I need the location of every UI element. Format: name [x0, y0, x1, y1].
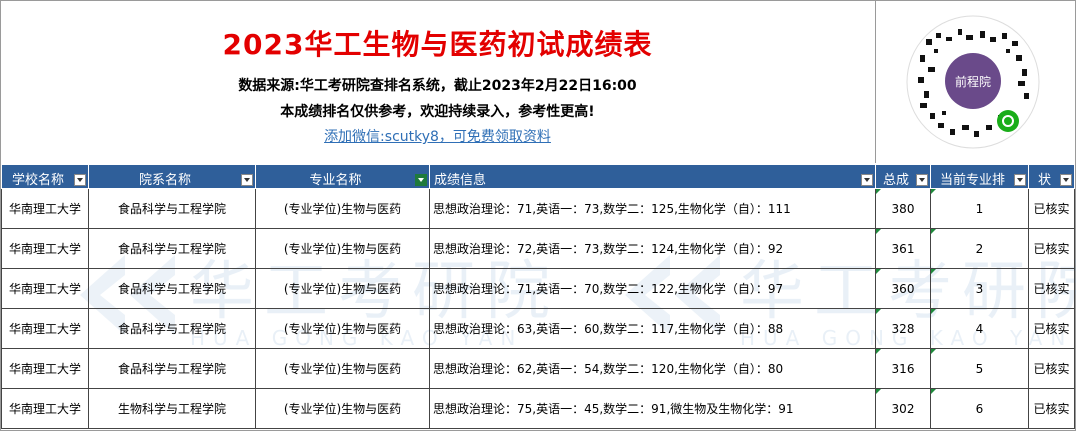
column-header-major[interactable]: 专业名称 [255, 164, 430, 189]
cell-total[interactable]: 302 [875, 388, 931, 429]
report-title: 2023华工生物与医药初试成绩表 [222, 28, 653, 61]
qr-center-label: 前程院 [955, 74, 991, 89]
cell-dept[interactable]: 生物科学与工程学院 [88, 388, 256, 429]
cell-dept[interactable]: 食品科学与工程学院 [88, 228, 256, 269]
cell-major[interactable]: (专业学位)生物与医药 [255, 308, 430, 349]
cell-rank[interactable]: 2 [930, 228, 1029, 269]
table-row[interactable]: 华南理工大学 食品科学与工程学院 (专业学位)生物与医药 思想政治理论：62,英… [1, 348, 1075, 389]
filter-dropdown-icon[interactable] [1060, 174, 1072, 186]
cell-info[interactable]: 思想政治理论：71,英语一：73,数学二：125,生物化学（自）：111 [429, 188, 876, 229]
cell-dept[interactable]: 食品科学与工程学院 [88, 348, 256, 389]
report-header: 2023华工生物与医药初试成绩表 数据来源:华工考研院查排名系统，截止2023年… [1, 1, 874, 163]
table-row[interactable]: 华南理工大学 食品科学与工程学院 (专业学位)生物与医药 思想政治理论：63,英… [1, 308, 1075, 349]
cell-rank[interactable]: 5 [930, 348, 1029, 389]
filter-active-icon[interactable] [415, 174, 427, 186]
cell-major[interactable]: (专业学位)生物与医药 [255, 228, 430, 269]
cell-major[interactable]: (专业学位)生物与医药 [255, 268, 430, 309]
filter-dropdown-icon[interactable] [241, 174, 253, 186]
notice-line: 本成绩排名仅供参考，欢迎持续录入，参考性更高! [280, 104, 595, 120]
cell-major[interactable]: (专业学位)生物与医药 [255, 348, 430, 389]
filter-dropdown-icon[interactable] [916, 174, 928, 186]
cell-total[interactable]: 360 [875, 268, 931, 309]
cell-status[interactable]: 已核实 [1028, 388, 1075, 429]
qr-code-icon: 前程院 [906, 15, 1040, 149]
filter-dropdown-icon[interactable] [1014, 174, 1026, 186]
cell-info[interactable]: 思想政治理论：75,英语一：45,数学二：91,微生物及生物化学：91 [429, 388, 876, 429]
cell-rank[interactable]: 6 [930, 388, 1029, 429]
cell-school[interactable]: 华南理工大学 [1, 308, 89, 349]
qr-code-panel: 前程院 [875, 1, 1075, 163]
data-source-line: 数据来源:华工考研院查排名系统，截止2023年2月22日16:00 [238, 78, 637, 94]
cell-major[interactable]: (专业学位)生物与医药 [255, 188, 430, 229]
cell-info[interactable]: 思想政治理论：71,英语一：70,数学二：122,生物化学（自）：97 [429, 268, 876, 309]
cell-total[interactable]: 328 [875, 308, 931, 349]
table-row[interactable]: 华南理工大学 食品科学与工程学院 (专业学位)生物与医药 思想政治理论：72,英… [1, 228, 1075, 269]
cell-dept[interactable]: 食品科学与工程学院 [88, 268, 256, 309]
column-header-status[interactable]: 状态 [1028, 164, 1075, 207]
cell-info[interactable]: 思想政治理论：62,英语一：54,数学二：120,生物化学（自）：80 [429, 348, 876, 389]
cell-school[interactable]: 华南理工大学 [1, 188, 89, 229]
cell-rank[interactable]: 3 [930, 268, 1029, 309]
column-header-info[interactable]: 成绩信息 [429, 164, 876, 189]
cell-status[interactable]: 已核实 [1028, 228, 1075, 269]
cell-status[interactable]: 已核实 [1028, 348, 1075, 389]
column-header-total[interactable]: 总成绩 [875, 164, 931, 207]
cell-school[interactable]: 华南理工大学 [1, 268, 89, 309]
cell-rank[interactable]: 1 [930, 188, 1029, 229]
cell-status[interactable]: 已核实 [1028, 268, 1075, 309]
cell-info[interactable]: 思想政治理论：72,英语一：73,数学二：124,生物化学（自）：92 [429, 228, 876, 269]
cell-dept[interactable]: 食品科学与工程学院 [88, 188, 256, 229]
column-header-dept[interactable]: 院系名称 [88, 164, 256, 189]
table-row[interactable]: 华南理工大学 生物科学与工程学院 (专业学位)生物与医药 思想政治理论：75,英… [1, 388, 1075, 429]
score-table: 学校名称 院系名称 专业名称 成绩信息 总成绩 当前专业排名 状态 华南理工大学… [1, 164, 1075, 429]
column-header-school[interactable]: 学校名称 [1, 164, 89, 189]
table-row[interactable]: 华南理工大学 食品科学与工程学院 (专业学位)生物与医药 思想政治理论：71,英… [1, 268, 1075, 309]
cell-school[interactable]: 华南理工大学 [1, 388, 89, 429]
cell-info[interactable]: 思想政治理论：63,英语一：60,数学二：117,生物化学（自）：88 [429, 308, 876, 349]
cell-total[interactable]: 380 [875, 188, 931, 229]
cell-total[interactable]: 316 [875, 348, 931, 389]
column-header-rank[interactable]: 当前专业排名 [930, 164, 1029, 207]
cell-school[interactable]: 华南理工大学 [1, 348, 89, 389]
table-row[interactable]: 华南理工大学 食品科学与工程学院 (专业学位)生物与医药 思想政治理论：71,英… [1, 188, 1075, 229]
cell-dept[interactable]: 食品科学与工程学院 [88, 308, 256, 349]
cell-status[interactable]: 已核实 [1028, 188, 1075, 229]
cell-rank[interactable]: 4 [930, 308, 1029, 349]
table-header-row: 学校名称 院系名称 专业名称 成绩信息 总成绩 当前专业排名 状态 [1, 164, 1075, 207]
filter-dropdown-icon[interactable] [74, 174, 86, 186]
cell-total[interactable]: 361 [875, 228, 931, 269]
cell-status[interactable]: 已核实 [1028, 308, 1075, 349]
cell-school[interactable]: 华南理工大学 [1, 228, 89, 269]
filter-dropdown-icon[interactable] [861, 174, 873, 186]
cell-major[interactable]: (专业学位)生物与医药 [255, 388, 430, 429]
wechat-link[interactable]: 添加微信:scutky8，可免费领取资料 [1, 126, 874, 146]
